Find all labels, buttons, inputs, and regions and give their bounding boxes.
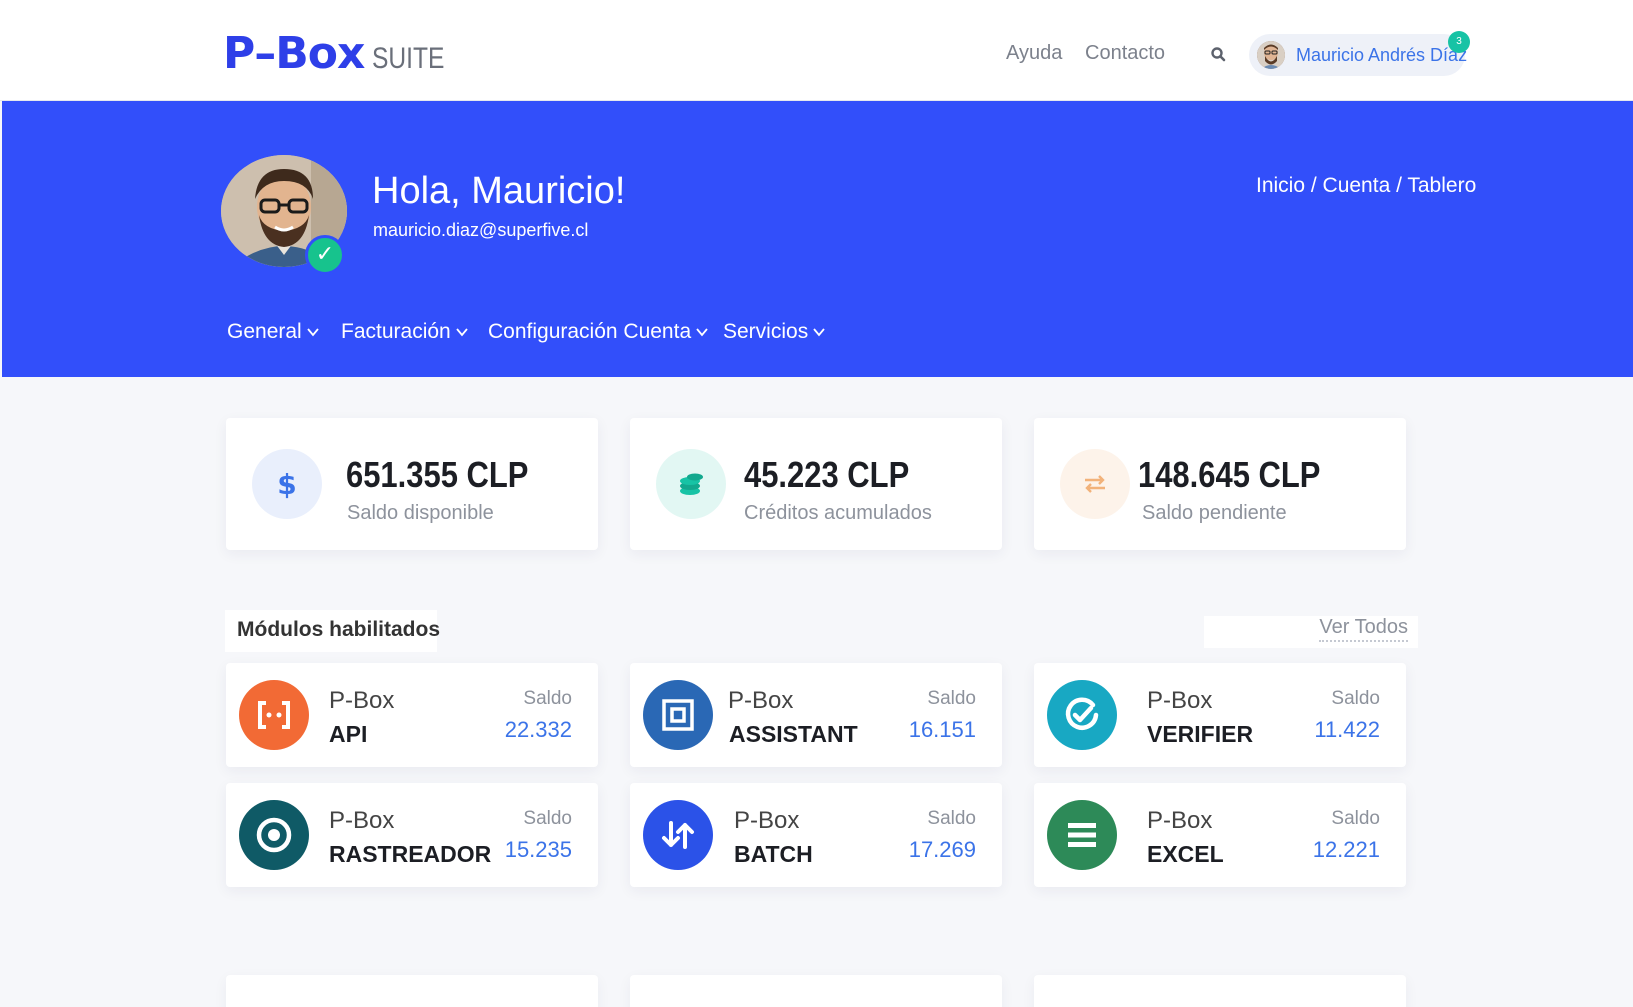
list-icon	[1047, 800, 1117, 870]
search-icon[interactable]	[1208, 44, 1230, 66]
module-name: VERIFIER	[1147, 721, 1254, 747]
saldo-label: Saldo	[927, 688, 976, 709]
stat-label: Saldo pendiente	[1142, 502, 1287, 524]
stat-value: 148.645 CLP	[1138, 454, 1321, 495]
module-name: API	[329, 721, 368, 747]
module-name: EXCEL	[1147, 841, 1224, 867]
menu-general-label: General	[227, 320, 302, 343]
target-icon	[239, 800, 309, 870]
nav-link-ayuda[interactable]: Ayuda	[1006, 42, 1062, 65]
view-all-link[interactable]: Ver Todos	[1204, 616, 1418, 648]
verified-check-icon: ✓	[305, 235, 345, 275]
chevron-down-icon	[456, 328, 468, 337]
user-menu[interactable]: Mauricio Andrés Díaz	[1249, 34, 1468, 76]
assistant-icon	[643, 680, 713, 750]
saldo-label: Saldo	[523, 808, 572, 829]
modules-section-title: Módulos habilitados	[225, 610, 440, 652]
module-card-api[interactable]: P-Box API Saldo 22.332	[226, 663, 598, 767]
module-brand: P-Box	[1147, 807, 1213, 834]
verifier-icon	[1047, 680, 1117, 750]
module-saldo: 11.422	[1314, 717, 1380, 742]
saldo-label: Saldo	[523, 688, 572, 709]
module-brand: P-Box	[728, 687, 794, 714]
saldo-label: Saldo	[1331, 688, 1380, 709]
module-saldo: 22.332	[504, 717, 572, 742]
menu-facturacion[interactable]: Facturación	[341, 320, 469, 344]
menu-configuracion-cuenta[interactable]: Configuración Cuenta	[488, 320, 709, 344]
menu-servicios-label: Servicios	[723, 320, 809, 343]
logo-main: P–Box	[223, 28, 365, 79]
api-icon	[239, 680, 309, 750]
module-saldo: 12.221	[1312, 837, 1380, 862]
module-brand: P-Box	[1147, 687, 1213, 714]
view-all-label: Ver Todos	[1319, 616, 1408, 642]
greeting-title: Hola, Mauricio!	[372, 170, 626, 212]
menu-configuracion-label: Configuración Cuenta	[488, 320, 692, 343]
module-saldo: 16.151	[908, 717, 976, 742]
menu-general[interactable]: General	[227, 320, 320, 344]
card-partial	[226, 975, 598, 1007]
exchange-icon	[1060, 449, 1130, 519]
card-partial	[630, 975, 1002, 1007]
stat-value: 45.223 CLP	[744, 454, 910, 495]
stat-label: Créditos acumulados	[744, 502, 932, 524]
stat-card-creditos-acumulados[interactable]: 45.223 CLP Créditos acumulados	[630, 418, 1002, 550]
chevron-down-icon	[813, 328, 825, 337]
card-partial	[1034, 975, 1406, 1007]
user-avatar	[1257, 41, 1285, 69]
nav-link-contacto[interactable]: Contacto	[1085, 42, 1165, 65]
module-saldo: 17.269	[908, 837, 976, 862]
notification-badge[interactable]: 3	[1448, 31, 1470, 53]
top-navbar: P–Box SUITE Ayuda Contacto Mauricio Andr…	[0, 0, 1633, 101]
module-card-verifier[interactable]: P-Box VERIFIER Saldo 11.422	[1034, 663, 1406, 767]
coins-icon	[656, 449, 726, 519]
stat-card-saldo-disponible[interactable]: $ 651.355 CLP Saldo disponible	[226, 418, 598, 550]
menu-servicios[interactable]: Servicios	[723, 320, 826, 344]
module-brand: P-Box	[329, 807, 395, 834]
module-card-batch[interactable]: P-Box BATCH Saldo 17.269	[630, 783, 1002, 887]
module-saldo: 15.235	[504, 837, 572, 862]
stat-label: Saldo disponible	[347, 502, 494, 524]
user-name: Mauricio Andrés Díaz	[1296, 44, 1468, 65]
module-card-assistant[interactable]: P-Box ASSISTANT Saldo 16.151	[630, 663, 1002, 767]
transfer-arrows-icon	[643, 800, 713, 870]
module-brand: P-Box	[734, 807, 800, 834]
module-name: RASTREADOR	[329, 841, 492, 867]
breadcrumb[interactable]: Inicio / Cuenta / Tablero	[1256, 174, 1476, 198]
module-card-excel[interactable]: P-Box EXCEL Saldo 12.221	[1034, 783, 1406, 887]
module-name: BATCH	[734, 841, 813, 867]
saldo-label: Saldo	[927, 808, 976, 829]
menu-facturacion-label: Facturación	[341, 320, 451, 343]
stat-value: 651.355 CLP	[346, 454, 529, 495]
user-email: mauricio.diaz@superfive.cl	[373, 220, 589, 240]
module-card-rastreador[interactable]: P-Box RASTREADOR Saldo 15.235	[226, 783, 598, 887]
chevron-down-icon	[307, 328, 319, 337]
logo[interactable]: P–Box SUITE	[223, 28, 461, 79]
module-brand: P-Box	[329, 687, 395, 714]
stat-card-saldo-pendiente[interactable]: 148.645 CLP Saldo pendiente	[1034, 418, 1406, 550]
logo-sub: SUITE	[372, 42, 445, 75]
saldo-label: Saldo	[1331, 808, 1380, 829]
module-name: ASSISTANT	[729, 721, 858, 747]
dollar-icon: $	[252, 449, 322, 519]
chevron-down-icon	[696, 328, 708, 337]
